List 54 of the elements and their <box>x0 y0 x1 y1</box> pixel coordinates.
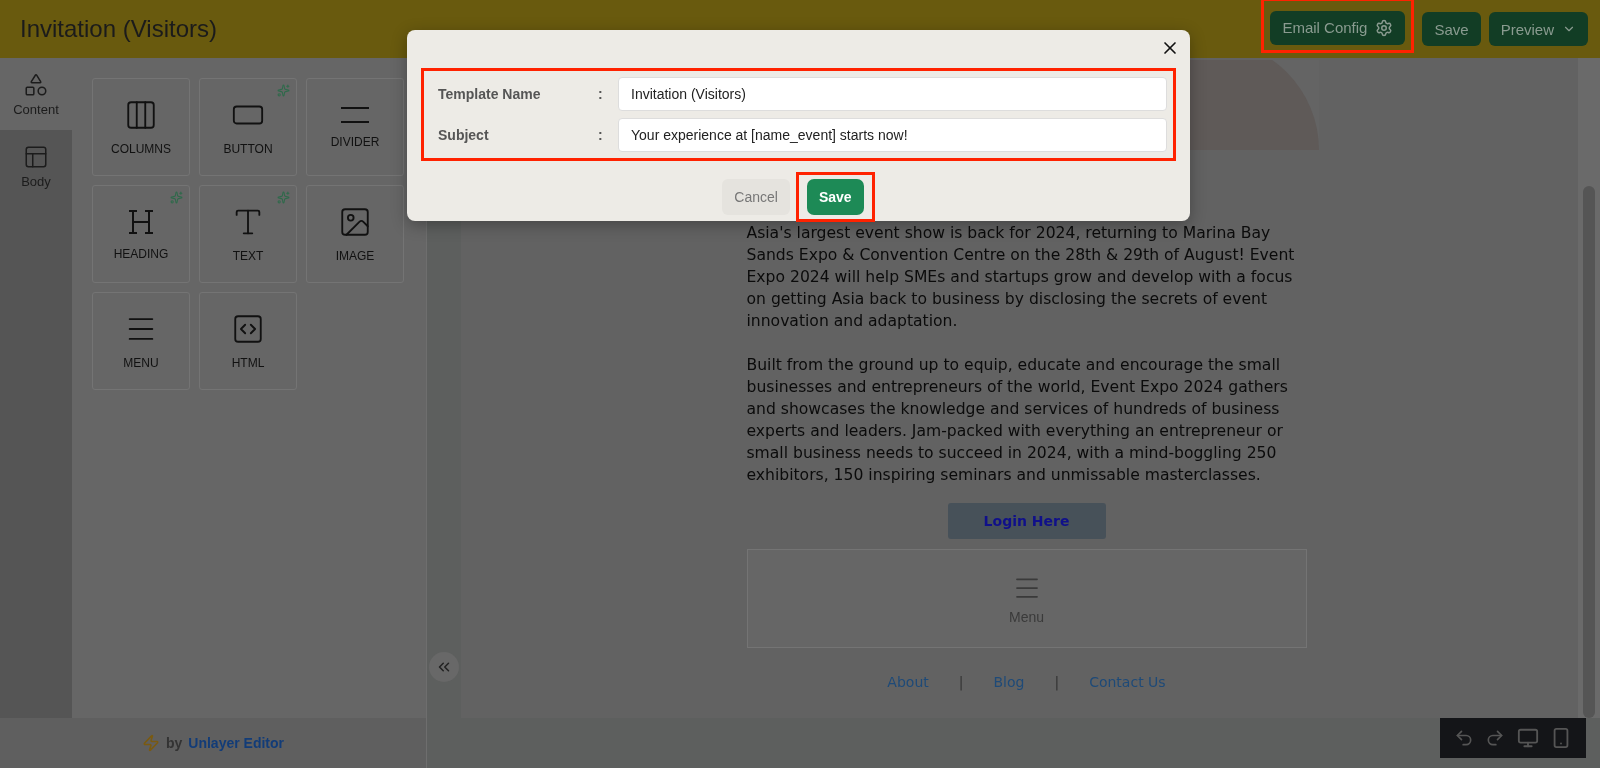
collapse-button[interactable] <box>429 652 459 682</box>
desktop-icon[interactable] <box>1516 727 1539 749</box>
tool-label: COLUMNS <box>111 142 171 156</box>
tool-label: IMAGE <box>335 249 375 263</box>
sidebar-tab[interactable]: Content <box>0 58 72 130</box>
shapes-icon <box>23 71 49 98</box>
heading-icon <box>126 207 156 237</box>
redo-icon[interactable] <box>1485 728 1506 748</box>
tool-label: DIVIDER <box>330 135 380 149</box>
tab-label: Content <box>13 101 59 117</box>
preview-button[interactable]: Preview <box>1488 12 1588 46</box>
input-field[interactable]: Invitation (Visitors) <box>618 77 1167 111</box>
link-separator: | <box>958 674 964 690</box>
input-field[interactable]: Your experience at [name_event] starts now! <box>618 118 1167 152</box>
divider-icon <box>339 105 371 125</box>
template-title: Invitation (Visitors) <box>20 15 218 43</box>
tool-tile[interactable]: TEXT <box>199 185 297 283</box>
cancel-button[interactable]: Cancel <box>722 179 790 215</box>
colon: : <box>598 127 604 143</box>
tool-tile[interactable]: HEADING <box>92 185 190 283</box>
colon: : <box>598 86 604 102</box>
link-separator: | <box>1054 674 1060 690</box>
tab-label: Body <box>21 173 51 189</box>
tool-label: HEADING <box>113 247 169 261</box>
sparkle-icon <box>277 191 290 204</box>
tool-tile[interactable]: IMAGE <box>306 185 404 283</box>
tool-label: TEXT <box>232 249 264 263</box>
tool-tile[interactable]: COLUMNS <box>92 78 190 176</box>
image-icon <box>338 205 372 239</box>
tool-tile[interactable]: DIVIDER <box>306 78 404 176</box>
email-paragraph: Built from the ground up to equip, educate and encourage the small businesses and entrepreneurs of the world, Event Expo 2024 gathers and showcases the knowledge and services of hundreds of business experts and leaders. Jam-packed with everything an entrepreneur or small business needs to succeed in 2024, with a mind-boggling 250 exhibitors, 150 inspiring seminars and unmissable masterclasses. <box>746 355 1289 486</box>
email-config-button[interactable]: Email Config <box>1270 10 1406 45</box>
editor-link[interactable]: Unlayer Editor <box>188 735 284 751</box>
columns-icon <box>124 98 158 132</box>
email-paragraph: Asia's largest event show is back for 2024, returning to Marina Bay Sands Expo & Convention Centre on the 28th & 29th of August! Event Expo 2024 will help SMEs and startups grow and develop with a focus on getting Asia back to business by disclosing the secrets of event innovation and adaptation. <box>746 223 1296 332</box>
tool-label: BUTTON <box>223 142 273 156</box>
login-button[interactable]: Login Here <box>947 503 1106 539</box>
tool-tile[interactable]: HTML <box>199 292 297 390</box>
layout-icon <box>23 143 49 170</box>
lightning-icon <box>141 734 160 752</box>
tool-tile[interactable]: MENU <box>92 292 190 390</box>
tool-tile[interactable]: BUTTON <box>199 78 297 176</box>
sparkle-icon <box>277 84 290 97</box>
field-label: Subject <box>438 127 490 143</box>
tool-label: HTML <box>231 356 265 370</box>
scrollbar[interactable] <box>1578 58 1600 718</box>
undo-icon[interactable] <box>1453 728 1474 748</box>
save-button[interactable]: Save <box>806 179 864 215</box>
code-icon <box>231 312 265 346</box>
save-button[interactable]: Save <box>1422 12 1481 46</box>
sparkle-icon <box>170 191 183 204</box>
tool-label: MENU <box>123 356 159 370</box>
field-label: Template Name <box>438 86 542 102</box>
settings-icon <box>1375 18 1394 37</box>
